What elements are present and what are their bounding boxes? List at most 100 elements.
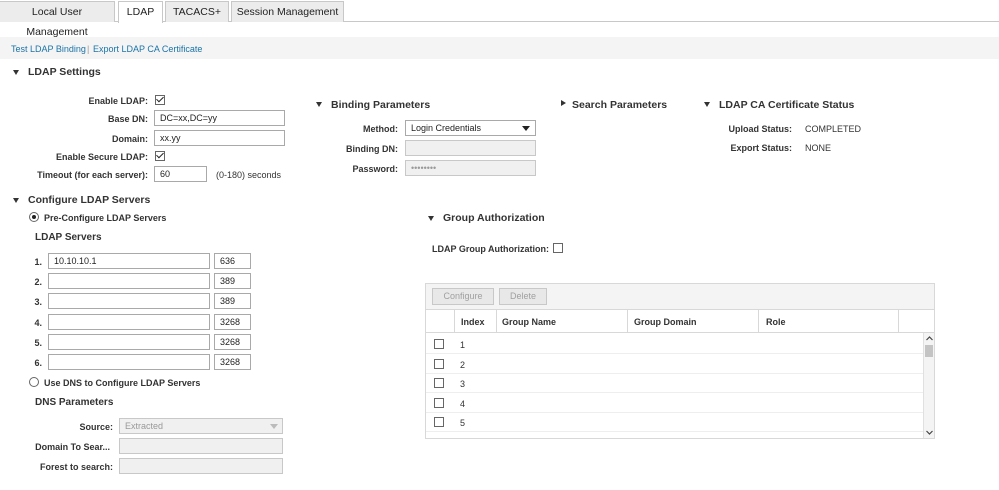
expand-arrow-icon[interactable] bbox=[561, 100, 566, 106]
column-header-role[interactable]: Role bbox=[766, 317, 786, 327]
server-port-input[interactable]: 3268 bbox=[214, 334, 251, 350]
tab-ldap[interactable]: LDAP bbox=[118, 1, 163, 23]
dns-source-select[interactable]: Extracted bbox=[119, 418, 283, 434]
tab-session-management[interactable]: Session Management bbox=[231, 1, 344, 22]
upload-status-label: Upload Status: bbox=[728, 124, 792, 134]
server-port-input[interactable]: 3268 bbox=[214, 354, 251, 370]
column-divider bbox=[758, 310, 759, 333]
server-host-input[interactable]: 10.10.10.1 bbox=[48, 253, 210, 269]
timeout-input[interactable]: 60 bbox=[154, 166, 207, 182]
table-row[interactable]: 3 bbox=[426, 373, 923, 393]
ldap-group-authorization-label: LDAP Group Authorization: bbox=[432, 244, 549, 254]
table-row[interactable]: 5 bbox=[426, 412, 923, 432]
server-port-input[interactable]: 636 bbox=[214, 253, 251, 269]
column-divider bbox=[627, 310, 628, 333]
row-checkbox[interactable] bbox=[434, 339, 444, 349]
tab-bar: Local User Management LDAP TACACS+ Sessi… bbox=[0, 0, 999, 38]
dns-parameters-title: DNS Parameters bbox=[35, 397, 114, 408]
chevron-down-icon[interactable] bbox=[270, 424, 278, 429]
server-host-input[interactable] bbox=[48, 354, 210, 370]
server-row-number: 5. bbox=[34, 338, 42, 348]
row-index: 4 bbox=[460, 399, 466, 409]
server-row-number: 4. bbox=[34, 318, 42, 328]
method-label: Method: bbox=[363, 124, 398, 134]
chevron-down-icon[interactable] bbox=[925, 428, 934, 437]
server-host-input[interactable] bbox=[48, 314, 210, 330]
row-checkbox[interactable] bbox=[434, 398, 444, 408]
server-host-input[interactable] bbox=[48, 293, 210, 309]
tab-local-user-management[interactable]: Local User Management bbox=[0, 1, 115, 38]
ca-status-title: LDAP CA Certificate Status bbox=[719, 99, 855, 111]
method-value: Login Credentials bbox=[411, 123, 482, 133]
enable-ldap-checkbox[interactable] bbox=[155, 95, 165, 105]
column-divider bbox=[454, 310, 455, 333]
ldap-servers-title: LDAP Servers bbox=[35, 232, 102, 243]
server-host-input[interactable] bbox=[48, 273, 210, 289]
binding-dn-label: Binding DN: bbox=[346, 144, 398, 154]
dns-domain-label: Domain To Sear... bbox=[35, 442, 110, 452]
base-dn-label: Base DN: bbox=[107, 114, 148, 124]
table-row[interactable]: 1 bbox=[426, 334, 923, 354]
search-parameters-title[interactable]: Search Parameters bbox=[572, 99, 667, 111]
password-label: Password: bbox=[352, 164, 398, 174]
delete-button[interactable]: Delete bbox=[499, 288, 547, 305]
chevron-up-icon[interactable] bbox=[925, 334, 934, 343]
table-row[interactable]: 4 bbox=[426, 393, 923, 413]
collapse-arrow-icon[interactable] bbox=[704, 102, 710, 107]
domain-input[interactable]: xx.yy bbox=[154, 130, 285, 146]
collapse-arrow-icon[interactable] bbox=[13, 70, 19, 75]
action-link-bar: Test LDAP Binding | Export LDAP CA Certi… bbox=[0, 37, 999, 59]
preconfigure-radio[interactable] bbox=[29, 212, 39, 222]
scrollbar-thumb[interactable] bbox=[925, 345, 933, 357]
server-row-number: 6. bbox=[34, 358, 42, 368]
ldap-settings-title: LDAP Settings bbox=[28, 66, 101, 78]
enable-secure-ldap-label: Enable Secure LDAP: bbox=[55, 152, 148, 162]
test-ldap-binding-link[interactable]: Test LDAP Binding bbox=[11, 44, 86, 54]
server-row-number: 3. bbox=[34, 297, 42, 307]
collapse-arrow-icon[interactable] bbox=[428, 216, 434, 221]
server-port-input[interactable]: 389 bbox=[214, 273, 251, 289]
ldap-group-authorization-checkbox[interactable] bbox=[553, 243, 563, 253]
dns-source-label: Source: bbox=[79, 422, 113, 432]
row-index: 1 bbox=[460, 340, 466, 350]
group-table-header: Index Group Name Group Domain Role bbox=[426, 310, 934, 333]
column-header-group-name[interactable]: Group Name bbox=[502, 317, 556, 327]
row-checkbox[interactable] bbox=[434, 359, 444, 369]
tab-tacacs[interactable]: TACACS+ bbox=[165, 1, 229, 22]
password-input[interactable]: •••••••• bbox=[405, 160, 536, 176]
group-authorization-title: Group Authorization bbox=[443, 212, 545, 224]
column-header-group-domain[interactable]: Group Domain bbox=[634, 317, 697, 327]
collapse-arrow-icon[interactable] bbox=[316, 102, 322, 107]
row-index: 5 bbox=[460, 418, 466, 428]
export-ldap-ca-link[interactable]: Export LDAP CA Certificate bbox=[93, 44, 202, 54]
domain-label: Domain: bbox=[112, 134, 148, 144]
server-host-input[interactable] bbox=[48, 334, 210, 350]
server-port-input[interactable]: 3268 bbox=[214, 314, 251, 330]
row-checkbox[interactable] bbox=[434, 417, 444, 427]
enable-secure-ldap-checkbox[interactable] bbox=[155, 151, 165, 161]
column-divider bbox=[898, 310, 899, 333]
base-dn-input[interactable]: DC=xx,DC=yy bbox=[154, 110, 285, 126]
collapse-arrow-icon[interactable] bbox=[13, 198, 19, 203]
upload-status-value: COMPLETED bbox=[805, 124, 862, 134]
table-row[interactable]: 2 bbox=[426, 354, 923, 374]
configure-button[interactable]: Configure bbox=[432, 288, 494, 305]
server-row-number: 2. bbox=[34, 277, 42, 287]
group-table-toolbar: Configure Delete bbox=[426, 284, 934, 310]
column-header-index[interactable]: Index bbox=[461, 317, 485, 327]
dns-domain-input[interactable] bbox=[119, 438, 283, 454]
server-row-number: 1. bbox=[34, 257, 42, 267]
chevron-down-icon[interactable] bbox=[522, 126, 530, 131]
table-scrollbar[interactable] bbox=[923, 333, 934, 438]
dns-forest-input[interactable] bbox=[119, 458, 283, 474]
row-checkbox[interactable] bbox=[434, 378, 444, 388]
configure-ldap-servers-title: Configure LDAP Servers bbox=[28, 194, 151, 206]
enable-ldap-label: Enable LDAP: bbox=[88, 96, 148, 106]
dns-source-value: Extracted bbox=[125, 421, 164, 431]
method-select[interactable]: Login Credentials bbox=[405, 120, 536, 136]
binding-dn-input[interactable] bbox=[405, 140, 536, 156]
row-index: 2 bbox=[460, 360, 466, 370]
use-dns-radio[interactable] bbox=[29, 377, 39, 387]
timeout-hint: (0-180) seconds bbox=[216, 170, 282, 180]
server-port-input[interactable]: 389 bbox=[214, 293, 251, 309]
